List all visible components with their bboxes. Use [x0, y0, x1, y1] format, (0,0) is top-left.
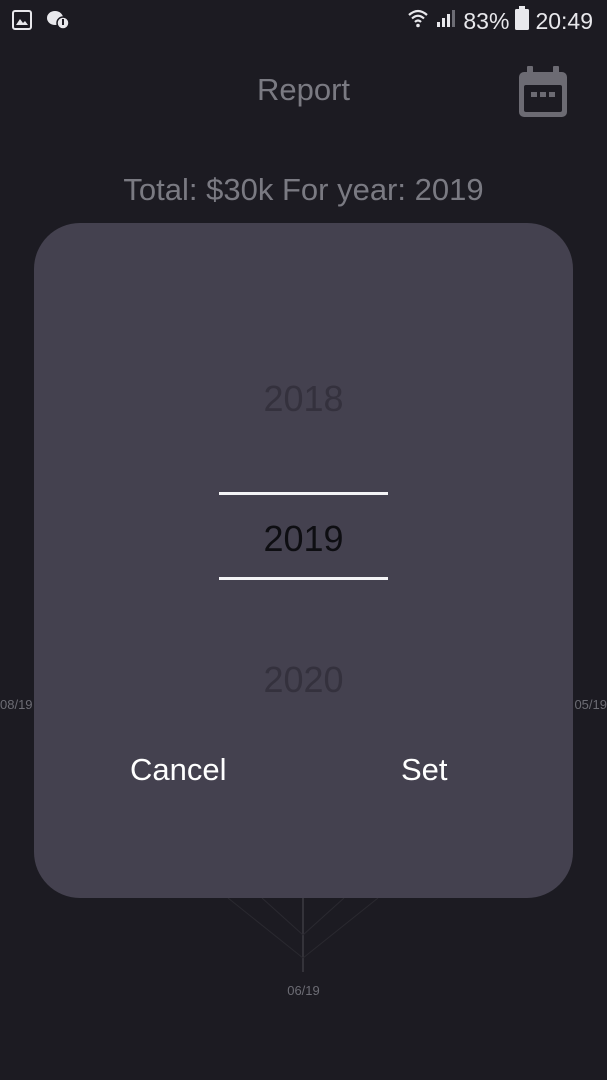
year-option-selected[interactable]: 2019 — [34, 518, 573, 560]
page-title: Report — [256, 72, 351, 107]
clock: 20:49 — [535, 7, 593, 34]
radar-web-line — [302, 897, 379, 959]
selection-divider-top — [219, 492, 388, 495]
cellular-signal-icon — [435, 7, 457, 35]
chart-label-left: 08/19 — [0, 697, 33, 712]
cancel-button[interactable]: Cancel — [130, 752, 227, 788]
selection-divider-bottom — [219, 577, 388, 580]
chat-notification-icon — [46, 9, 70, 36]
radar-web-line — [302, 897, 345, 936]
year-option-next[interactable]: 2020 — [34, 659, 573, 701]
report-summary: Total: $30k For year: 2019 — [123, 172, 484, 207]
radar-web-line — [227, 897, 304, 959]
year-option-previous[interactable]: 2018 — [34, 378, 573, 420]
calendar-button[interactable] — [518, 66, 568, 118]
year-picker-dialog: 2018 2019 2020 Cancel Set — [34, 223, 573, 898]
battery-percent: 83% — [463, 7, 510, 34]
gallery-icon — [12, 10, 32, 35]
chart-label-bottom: 06/19 — [287, 983, 320, 998]
set-button[interactable]: Set — [401, 752, 448, 788]
chart-label-right: 05/19 — [574, 697, 607, 712]
radar-web-line — [261, 897, 304, 936]
report-screen: 83% 20:49 Report Total: $30k For year: 2… — [0, 0, 607, 1080]
wifi-icon — [407, 7, 429, 35]
calendar-icon — [518, 66, 568, 122]
status-bar: 83% 20:49 — [0, 0, 607, 42]
battery-icon — [515, 6, 530, 36]
